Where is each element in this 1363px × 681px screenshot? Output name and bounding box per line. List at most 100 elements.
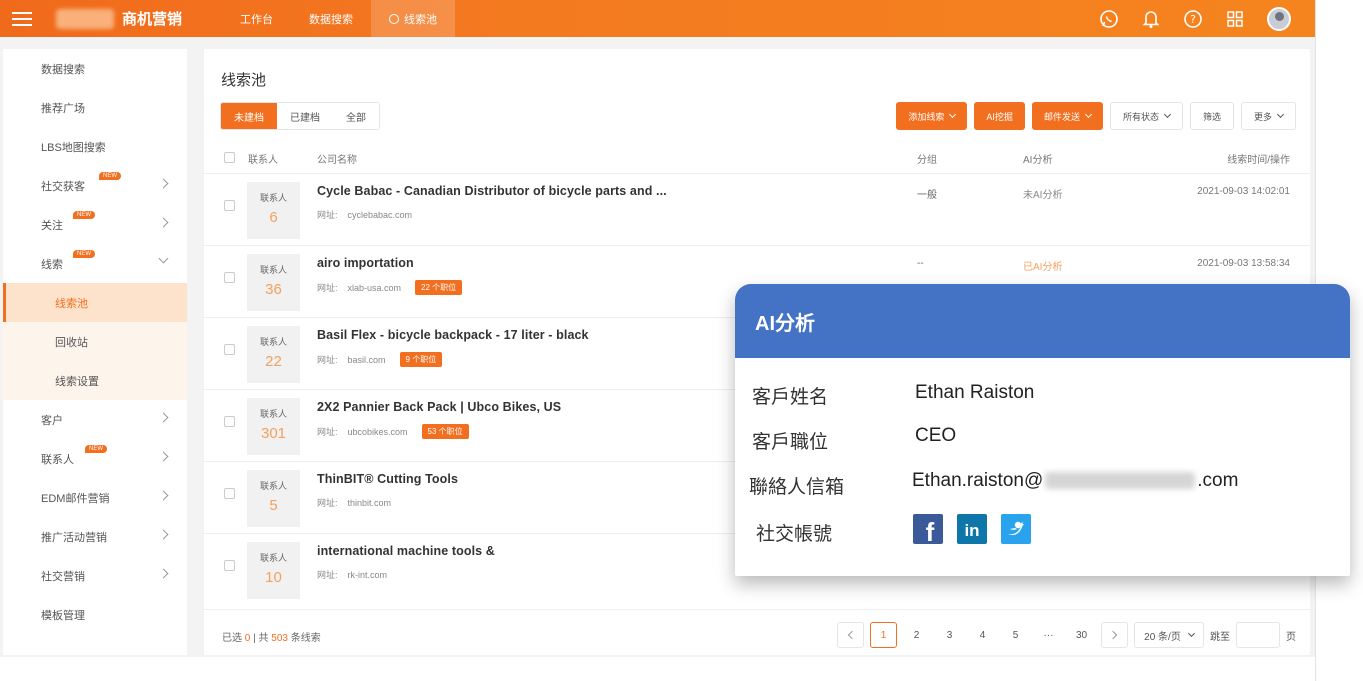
page-4-button[interactable]: 4 <box>969 622 996 648</box>
add-lead-button[interactable]: 添加线索 <box>896 102 968 130</box>
row-checkbox[interactable] <box>224 200 235 211</box>
twitter-icon[interactable] <box>1001 514 1031 544</box>
url-value[interactable]: xlab-usa.com <box>348 283 402 293</box>
sidebar-item-label: 社交营销 <box>41 570 85 583</box>
send-mail-button[interactable]: 邮件发送 <box>1031 102 1103 130</box>
select-all-checkbox[interactable] <box>224 152 235 163</box>
sidebar-item-templates[interactable]: 模板管理 <box>3 595 187 634</box>
facebook-icon[interactable]: f <box>913 514 943 544</box>
apps-grid-icon[interactable] <box>1225 9 1245 29</box>
row-checkbox[interactable] <box>224 488 235 499</box>
page-1-button[interactable]: 1 <box>870 622 897 648</box>
avatar[interactable] <box>1267 6 1291 31</box>
page-2-button[interactable]: 2 <box>903 622 930 648</box>
jobs-badge[interactable]: 22 个职位 <box>415 280 463 295</box>
page-title: 线索池 <box>221 72 267 89</box>
ai-card-title: AI分析 <box>755 312 815 335</box>
send-mail-label: 邮件发送 <box>1043 111 1080 122</box>
contact-count[interactable]: 联系人 5 <box>247 470 300 527</box>
page-ellipsis[interactable]: ··· <box>1035 622 1062 648</box>
tab-all[interactable]: 全部 <box>333 103 379 129</box>
sidebar-item-label: 推荐广场 <box>41 102 85 115</box>
sidebar-item-lead-pool[interactable]: 线索池 <box>3 283 187 322</box>
jobs-badge[interactable]: 53 个职位 <box>421 424 469 439</box>
sidebar-item-follow[interactable]: 关注 NEW <box>3 205 187 244</box>
status-select[interactable]: 所有状态 <box>1109 102 1183 130</box>
table-row[interactable]: 联系人 6 Cycle Babac - Canadian Distributor… <box>204 173 1310 245</box>
whatsapp-icon[interactable] <box>1099 9 1119 29</box>
sidebar-item-recycle-bin[interactable]: 回收站 <box>3 322 187 361</box>
prev-page-button[interactable] <box>837 622 864 648</box>
company-name[interactable]: Cycle Babac - Canadian Distributor of bi… <box>317 184 667 198</box>
sidebar-item-recommend[interactable]: 推荐广场 <box>3 88 187 127</box>
contact-number: 6 <box>269 209 278 226</box>
page-size-select[interactable]: 20 条/页 <box>1134 622 1204 648</box>
row-checkbox[interactable] <box>224 416 235 427</box>
menu-icon[interactable] <box>0 0 44 37</box>
ai-status-cell[interactable]: 已AI分析 <box>1023 258 1062 273</box>
sidebar-item-social-acquire[interactable]: 社交获客 NEW <box>3 166 187 205</box>
url-value[interactable]: thinbit.com <box>348 498 392 508</box>
sidebar-item-data-search[interactable]: 数据搜索 <box>3 49 187 88</box>
sidebar-item-label: 推广活动营销 <box>41 531 107 544</box>
sidebar-item-customers[interactable]: 客户 <box>3 400 187 439</box>
page-5-button[interactable]: 5 <box>1002 622 1029 648</box>
linkedin-icon[interactable]: in <box>957 514 987 544</box>
sidebar-item-lead-settings[interactable]: 线索设置 <box>3 361 187 400</box>
company-name[interactable]: ThinBIT® Cutting Tools <box>317 472 458 486</box>
chevron-down-icon <box>949 110 957 119</box>
tab-workbench[interactable]: 工作台 <box>222 0 291 37</box>
sidebar-item-lbs-map[interactable]: LBS地图搜索 <box>3 127 187 166</box>
column-time: 线索时间/操作 <box>1227 155 1290 166</box>
chevron-down-icon <box>158 253 169 264</box>
row-checkbox[interactable] <box>224 560 235 571</box>
selected-prefix: 已选 <box>222 633 242 644</box>
sidebar-item-promotion[interactable]: 推广活动营销 <box>3 517 187 556</box>
sidebar-item-label: 联系人 <box>41 453 74 466</box>
svg-text:?: ? <box>1190 13 1196 26</box>
jobs-badge[interactable]: 9 个职位 <box>399 352 443 367</box>
contact-count[interactable]: 联系人 36 <box>247 254 300 311</box>
next-page-button[interactable] <box>1101 622 1128 648</box>
add-lead-label: 添加线索 <box>908 111 945 122</box>
sidebar-item-social-marketing[interactable]: 社交营销 <box>3 556 187 595</box>
contact-count[interactable]: 联系人 22 <box>247 326 300 383</box>
jump-page-input[interactable] <box>1236 622 1280 648</box>
url-value[interactable]: rk-int.com <box>348 570 388 580</box>
url-value[interactable]: ubcobikes.com <box>348 427 408 437</box>
page-3-button[interactable]: 3 <box>936 622 963 648</box>
page-last-button[interactable]: 30 <box>1068 622 1095 648</box>
contact-count[interactable]: 联系人 301 <box>247 398 300 455</box>
contact-count[interactable]: 联系人 10 <box>247 542 300 599</box>
social-links: f in <box>913 514 1031 544</box>
sidebar-item-label: 客户 <box>41 414 63 427</box>
sidebar-item-contacts[interactable]: 联系人 NEW <box>3 439 187 478</box>
loading-icon <box>389 13 400 24</box>
total-suffix: 条线索 <box>290 633 321 644</box>
tab-lead-pool[interactable]: 线索池 <box>371 0 456 37</box>
company-name[interactable]: international machine tools & <box>317 544 495 558</box>
sidebar-item-label: 回收站 <box>55 336 88 349</box>
archive-filter-tabs: 未建档 已建档 全部 <box>220 102 380 130</box>
tab-data-search[interactable]: 数据搜索 <box>291 0 371 37</box>
tab-archived[interactable]: 已建档 <box>277 103 333 129</box>
row-checkbox[interactable] <box>224 272 235 283</box>
url-value[interactable]: basil.com <box>348 355 386 365</box>
contact-count[interactable]: 联系人 6 <box>247 182 300 239</box>
company-name[interactable]: Basil Flex - bicycle backpack - 17 liter… <box>317 328 589 342</box>
sidebar-item-edm[interactable]: EDM邮件营销 <box>3 478 187 517</box>
row-checkbox[interactable] <box>224 344 235 355</box>
company-name[interactable]: airo importation <box>317 256 414 270</box>
more-button[interactable]: 更多 <box>1240 102 1296 130</box>
filter-button[interactable]: 筛选 <box>1189 102 1234 130</box>
sidebar-item-leads[interactable]: 线索 NEW <box>3 244 187 283</box>
ai-mine-button[interactable]: AI挖掘 <box>974 102 1025 130</box>
company-name[interactable]: 2X2 Pannier Back Pack | Ubco Bikes, US <box>317 400 561 414</box>
help-icon[interactable]: ? <box>1183 9 1203 29</box>
ai-status-cell: 未AI分析 <box>1023 190 1063 201</box>
tab-unarchived[interactable]: 未建档 <box>221 103 277 129</box>
contact-email-value[interactable]: Ethan.raiston@ .com <box>912 470 1238 492</box>
bell-icon[interactable] <box>1141 9 1161 29</box>
url-value[interactable]: cyclebabac.com <box>348 210 413 220</box>
brand-title: 商机营销 <box>122 11 183 28</box>
